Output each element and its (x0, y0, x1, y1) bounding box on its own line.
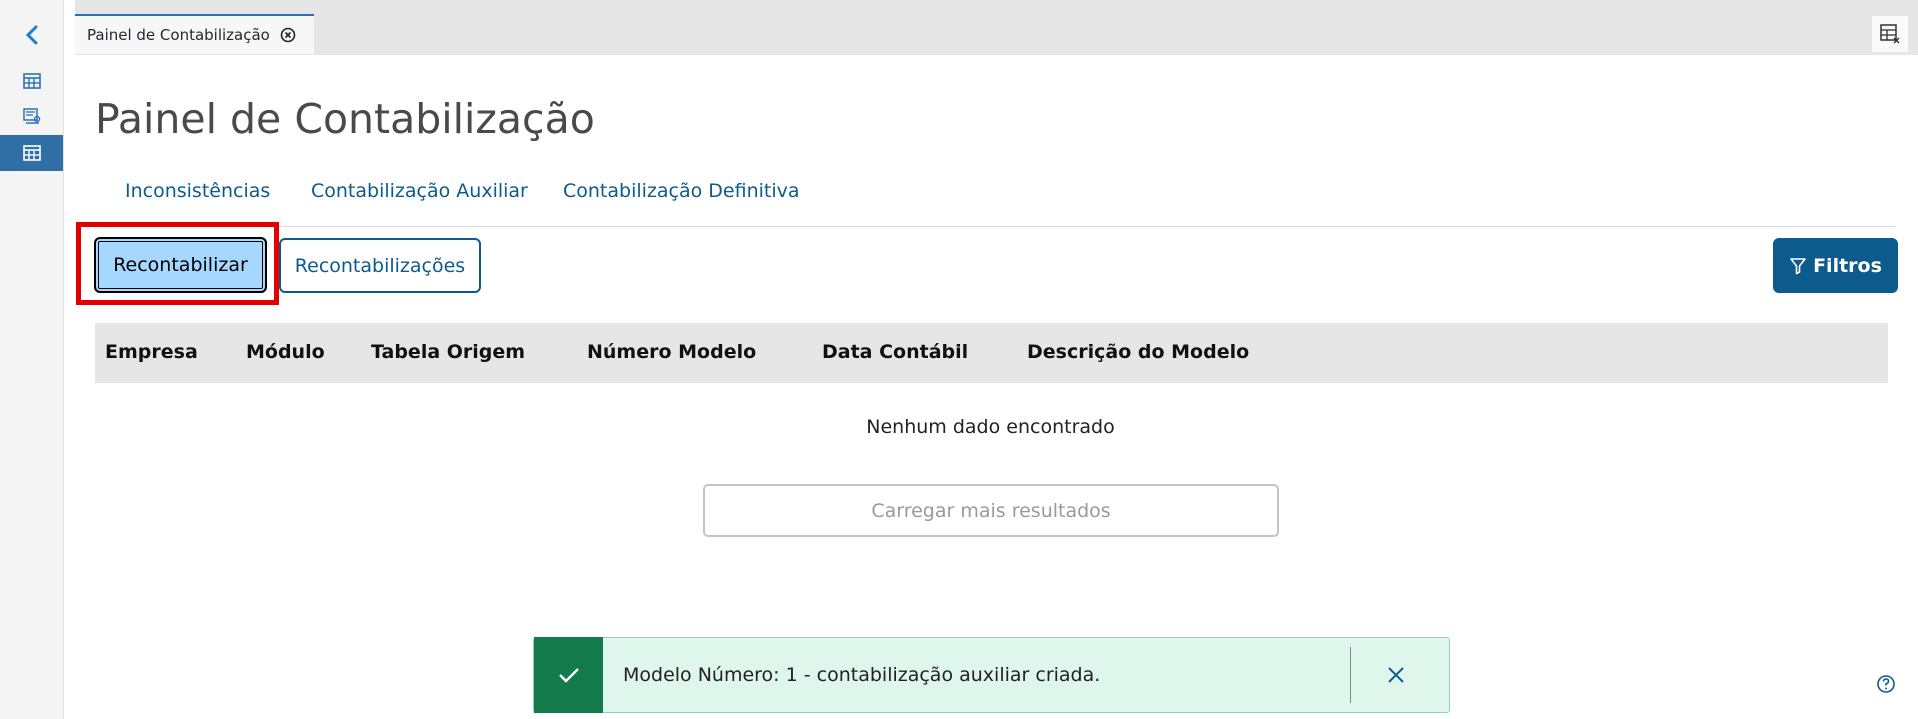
table-clear-icon (1880, 24, 1900, 44)
table-header: Empresa Módulo Tabela Origem Número Mode… (95, 323, 1888, 383)
load-more-button[interactable]: Carregar mais resultados (703, 484, 1279, 537)
filter-icon (1790, 257, 1806, 274)
collapse-sidebar-button[interactable] (0, 17, 63, 53)
table-icon (22, 145, 41, 161)
clear-cache-button[interactable] (1872, 16, 1908, 52)
help-icon[interactable] (1876, 674, 1896, 694)
column-header[interactable]: Tabela Origem (371, 341, 525, 363)
column-header[interactable]: Data Contábil (822, 341, 968, 363)
tab-contabilizacao-auxiliar[interactable]: Contabilização Auxiliar (281, 176, 558, 206)
filtros-button[interactable]: Filtros (1773, 238, 1898, 293)
sidebar-item-report[interactable] (0, 99, 63, 135)
tab-bar (75, 0, 1918, 55)
close-circle-icon[interactable] (280, 27, 296, 43)
left-sidebar (0, 0, 64, 719)
sidebar-item-panel-active[interactable] (0, 135, 63, 171)
report-icon (22, 108, 40, 124)
success-toast: Modelo Número: 1 - contabilização auxili… (533, 637, 1450, 713)
page-title: Painel de Contabilização (95, 95, 595, 144)
content-tabs: Inconsistências Contabilização Auxiliar … (95, 176, 1896, 227)
toast-message: Modelo Número: 1 - contabilização auxili… (623, 664, 1101, 686)
column-header[interactable]: Empresa (105, 341, 198, 363)
tab-painel[interactable]: Painel de Contabilização (75, 14, 314, 54)
check-icon (558, 668, 579, 683)
sidebar-item-table[interactable] (0, 63, 63, 99)
toast-close-button[interactable] (1381, 660, 1411, 690)
chevron-left-icon (25, 25, 37, 45)
filtros-label: Filtros (1813, 254, 1882, 277)
table-icon (22, 73, 41, 89)
recontabilizacoes-button[interactable]: Recontabilizações (279, 238, 481, 293)
tab-contabilizacao-definitiva[interactable]: Contabilização Definitiva (533, 176, 830, 206)
empty-table-message: Nenhum dado encontrado (866, 416, 1115, 438)
column-header[interactable]: Módulo (246, 341, 325, 363)
close-icon (1388, 667, 1404, 683)
tab-inconsistencias[interactable]: Inconsistências (95, 176, 300, 206)
toast-divider (1350, 647, 1351, 703)
column-header[interactable]: Descrição do Modelo (1027, 341, 1249, 363)
tab-label: Painel de Contabilização (87, 26, 270, 44)
column-header[interactable]: Número Modelo (587, 341, 756, 363)
toast-icon-box (534, 637, 603, 713)
recontabilizar-button[interactable]: Recontabilizar (94, 237, 267, 293)
